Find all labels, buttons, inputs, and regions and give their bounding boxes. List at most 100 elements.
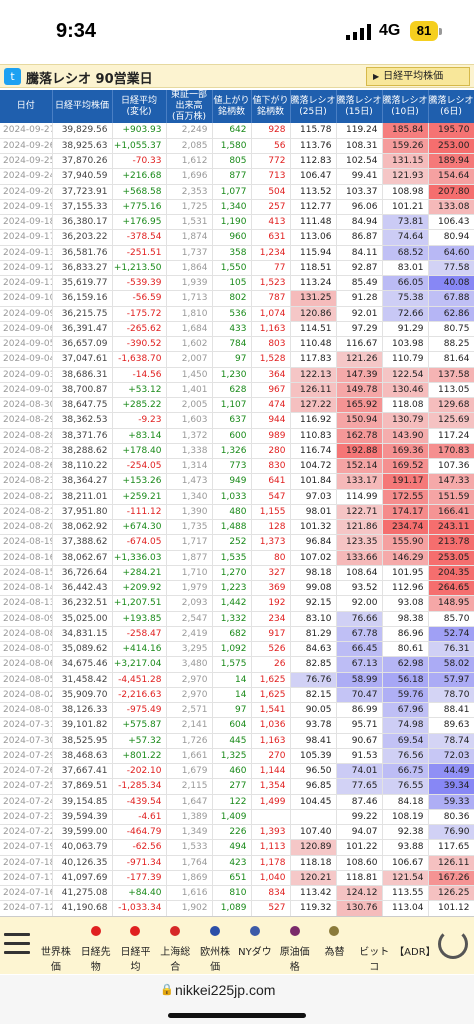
cell-change: +1,336.03 [112,550,167,566]
cell-ratio-25: 90.05 [290,702,337,719]
nav-item-8[interactable]: ビットコ [354,923,394,973]
cell-change: +285.22 [112,397,167,414]
cell-date: 2024-09-05 [0,336,53,353]
column-header-date[interactable]: 日付 [0,90,53,123]
cell-advancers: 460 [212,763,252,780]
table-row: 2024-07-18 40,126.35 -971.34 1,764 423 1,178 1… [0,855,474,871]
cell-change: -251.51 [112,245,167,261]
column-header-volume[interactable]: 東証一部 出来高 (百万株) [166,90,213,123]
column-header-change[interactable]: 日経平均 (変化) [112,90,167,123]
cell-ratio-6: 40.08 [428,275,474,292]
china-flag-icon [170,926,181,936]
cell-volume: 1,684 [166,321,213,338]
cell-change: +3,217.04 [112,656,167,673]
cell-volume: 1,696 [166,168,213,185]
oil-drop-icon [289,926,300,936]
cell-ratio-15: 108.60 [336,855,383,871]
cell-decliners: 917 [251,626,291,643]
cell-close: 36,203.22 [52,229,113,246]
cell-change: -439.54 [112,794,167,810]
cell-ratio-25: 96.84 [290,534,337,551]
cell-change: +414.16 [112,641,167,658]
cell-ratio-6: 213.78 [428,534,474,551]
cell-ratio-15: 94.07 [336,824,383,841]
table-row: 2024-08-02 35,909.70 -2,216.63 2,970 14 1,625… [0,687,474,704]
cell-change: +178.40 [112,443,167,460]
cell-ratio-10: 103.98 [382,336,429,353]
cell-ratio-6: 77.58 [428,260,474,277]
nav-item-4[interactable]: 欧州株価 [195,923,235,973]
cell-advancers: 810 [212,885,252,902]
nav-item-0[interactable]: 世界株価 [36,923,76,973]
cell-ratio-15: 92.87 [336,260,383,277]
cell-volume: 1,877 [166,550,213,566]
cell-ratio-15: 99.41 [336,168,383,185]
cell-ratio-25: 127.22 [290,397,337,414]
cell-ratio-25: 131.25 [290,290,337,307]
cell-date: 2024-09-18 [0,214,53,231]
cell-change: +903.93 [112,123,167,139]
cell-ratio-25: 105.39 [290,748,337,765]
cell-ratio-25: 96.50 [290,763,337,780]
cell-advancers: 1,575 [212,656,252,673]
cell-change: +674.30 [112,519,167,536]
cell-ratio-6: 154.64 [428,168,474,185]
browser-url-bar[interactable]: 🔒 nikkei225jp.com [0,975,474,1024]
cell-change: -539.39 [112,275,167,292]
menu-icon[interactable] [4,933,30,955]
column-header-close[interactable]: 日経平均株価 [52,90,113,123]
cell-advancers: 1,089 [212,900,252,916]
nikkei-average-button[interactable]: ▶ 日経平均株価 [366,67,470,86]
cell-date: 2024-08-26 [0,458,53,475]
nav-item-3[interactable]: 上海総合 [155,923,195,973]
column-header-ratio-25[interactable]: 騰落レシオ (25日) [290,90,337,123]
column-header-ratio-10[interactable]: 騰落レシオ (10日) [382,90,429,123]
home-indicator[interactable] [168,1013,306,1018]
cell-close: 37,869.51 [52,778,113,795]
cell-close: 39,154.85 [52,794,113,810]
column-header-ratio-6[interactable]: 騰落レシオ (6日) [428,90,474,123]
cell-ratio-6: 147.33 [428,473,474,490]
cell-ratio-15: 67.78 [336,626,383,643]
nav-item-6[interactable]: 原油価格 [275,923,315,973]
nav-item-7[interactable]: 為替 [315,923,355,969]
table-row: 2024-07-29 38,468.63 +801.22 1,661 1,325 270 1… [0,748,474,765]
column-header-decliners[interactable]: 値下がり 銘柄数 [251,90,291,123]
column-header-advancers[interactable]: 値上がり 銘柄数 [212,90,252,123]
column-header-ratio-15[interactable]: 騰落レシオ (15日) [336,90,383,123]
ratio-table-container[interactable]: 日付 日経平均株価 日経平均 (変化) 東証一部 出来高 (百万株) 値上がり 銘柄数 値下がり銘… [0,90,474,916]
battery-icon: 81 [410,21,438,41]
cell-date: 2024-07-16 [0,885,53,902]
cell-decliners: 1,373 [251,534,291,551]
cell-volume: 1,874 [166,229,213,246]
cell-ratio-15: 130.76 [336,900,383,916]
lock-icon: 🔒 [160,983,174,996]
nav-item-9[interactable]: 【ADR】 [394,923,436,969]
cell-ratio-25: 106.47 [290,168,337,185]
cell-ratio-15: 90.67 [336,733,383,749]
table-row: 2024-08-14 36,442.43 +209.92 1,979 1,223 369 9… [0,580,474,597]
cell-ratio-6: 207.80 [428,184,474,200]
cell-date: 2024-09-17 [0,229,53,246]
nav-item-2[interactable]: 日経平均 [116,923,156,973]
cell-decliners: 504 [251,184,291,200]
cell-ratio-15: 108.64 [336,565,383,582]
cell-ratio-15: 162.78 [336,428,383,444]
cell-ratio-10: 84.18 [382,794,429,810]
table-row: 2024-07-17 41,097.69 -177.39 1,869 651 1,040 1… [0,870,474,887]
cell-volume: 1,713 [166,290,213,307]
cell-decliners: 1,163 [251,321,291,338]
nav-item-5[interactable]: NYダウ [235,923,275,969]
cell-close: 38,062.67 [52,550,113,566]
cell-advancers: 651 [212,870,252,887]
refresh-icon[interactable] [438,929,468,959]
cell-date: 2024-09-25 [0,153,53,170]
cell-ratio-25: 120.86 [290,306,337,322]
cell-advancers: 1,340 [212,199,252,216]
table-row: 2024-07-22 39,599.00 -464.79 1,349 226 1,393 1… [0,824,474,841]
nav-item-1[interactable]: 日経先物 [76,923,116,973]
twitter-icon[interactable]: t [4,68,21,85]
cell-change: -175.72 [112,306,167,322]
cell-date: 2024-07-30 [0,733,53,749]
cell-ratio-10: 106.67 [382,855,429,871]
